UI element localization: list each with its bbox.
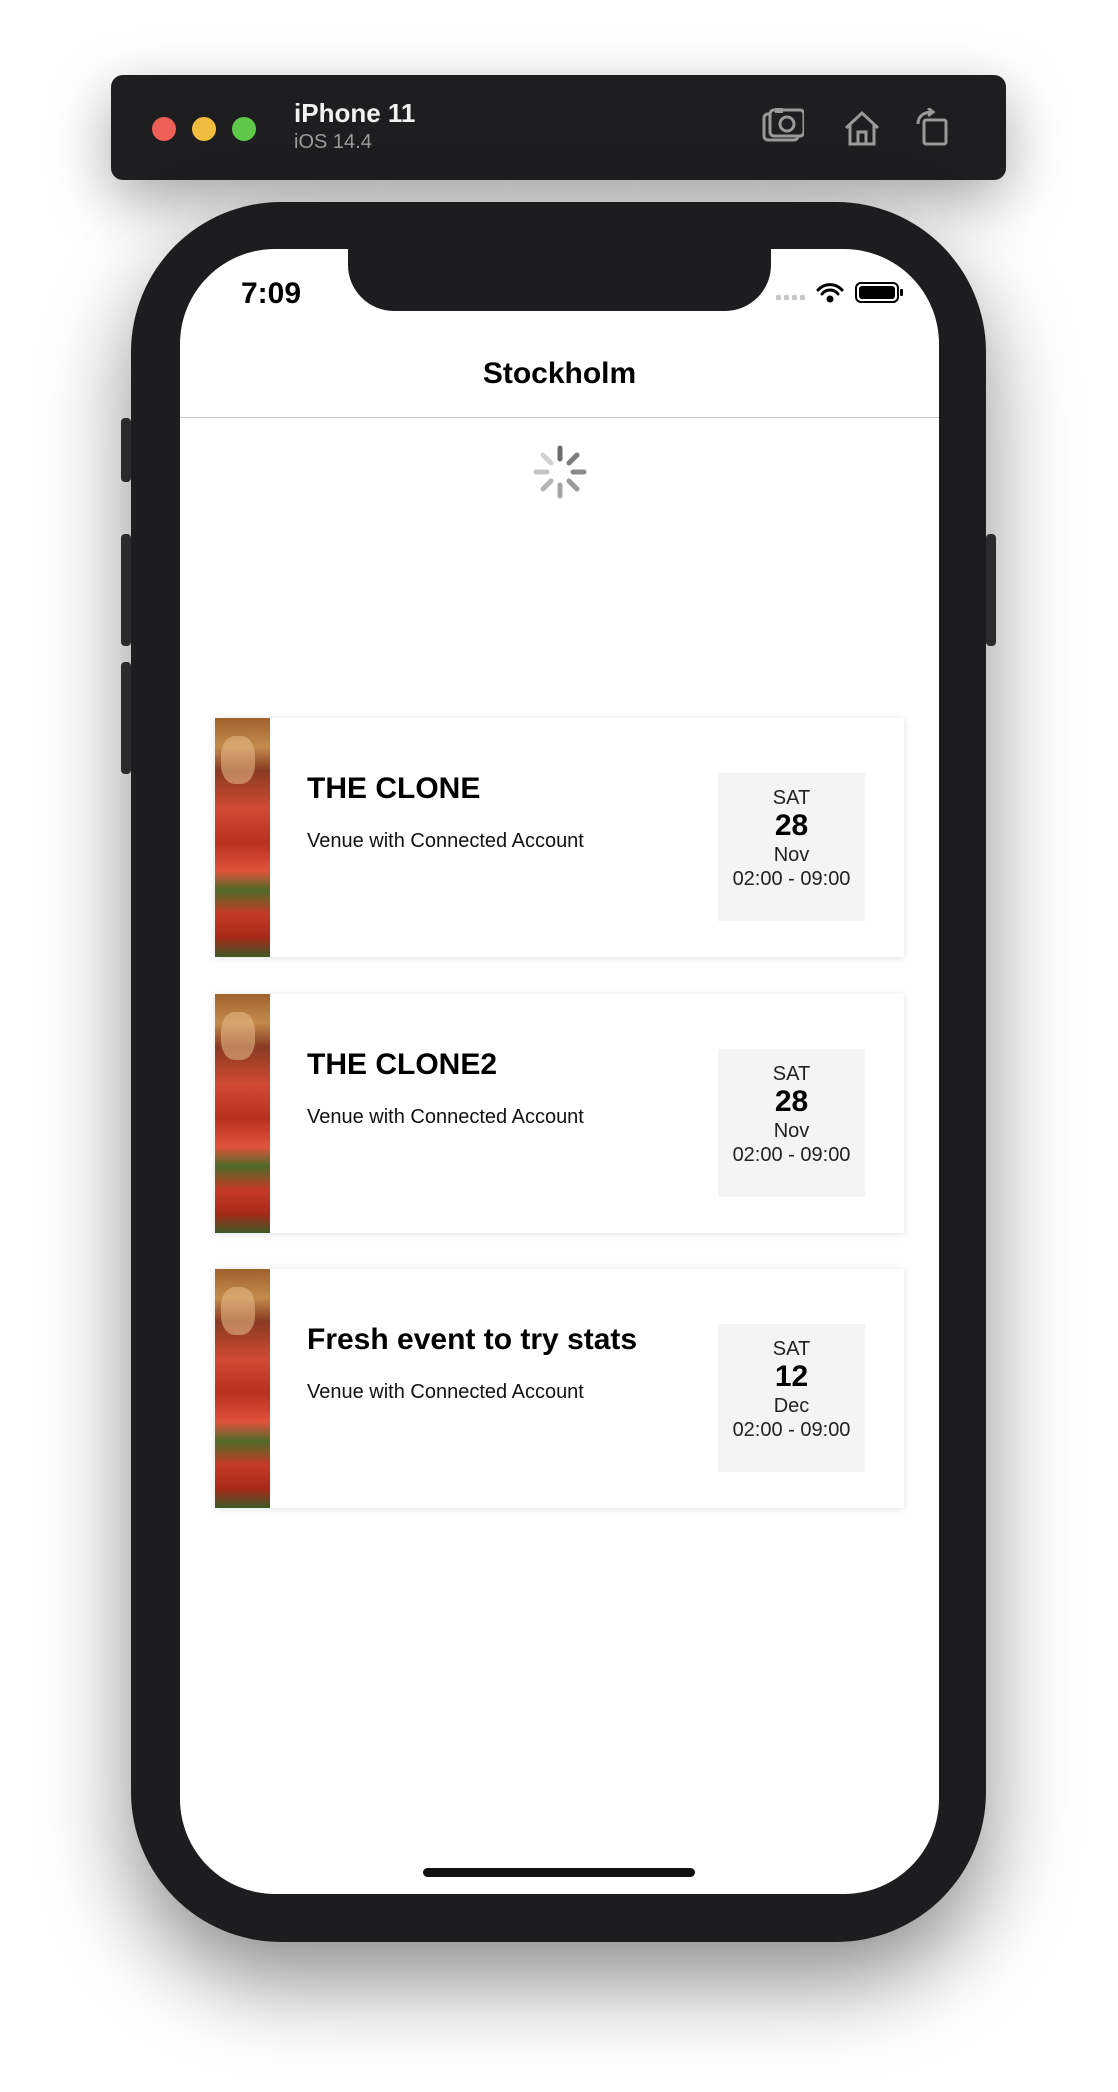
event-venue: Venue with Connected Account bbox=[307, 1106, 584, 1128]
os-version: iOS 14.4 bbox=[294, 131, 372, 153]
event-date-box: SAT 12 Dec 02:00 - 09:00 bbox=[718, 1324, 865, 1472]
event-card[interactable]: THE CLONE Venue with Connected Account S… bbox=[215, 718, 904, 957]
home-icon[interactable] bbox=[840, 108, 884, 148]
event-date-box: SAT 28 Nov 02:00 - 09:00 bbox=[718, 773, 865, 921]
nav-divider bbox=[180, 417, 939, 418]
close-window-button[interactable] bbox=[152, 117, 176, 141]
event-time-range: 02:00 - 09:00 bbox=[732, 1419, 851, 1441]
minimize-window-button[interactable] bbox=[192, 117, 216, 141]
volume-up-button[interactable] bbox=[121, 534, 131, 646]
event-month: Dec bbox=[773, 1395, 810, 1417]
screenshot-icon[interactable] bbox=[760, 108, 804, 148]
event-title: THE CLONE bbox=[307, 772, 481, 805]
event-day: 28 bbox=[774, 1085, 809, 1118]
status-time: 7:09 bbox=[241, 277, 302, 310]
event-venue: Venue with Connected Account bbox=[307, 830, 584, 852]
event-month: Nov bbox=[773, 844, 810, 866]
device-name: iPhone 11 bbox=[294, 98, 416, 128]
event-weekday: SAT bbox=[772, 787, 811, 809]
loading-spinner-icon bbox=[533, 445, 587, 499]
event-card[interactable]: THE CLONE2 Venue with Connected Account … bbox=[215, 994, 904, 1233]
event-time-range: 02:00 - 09:00 bbox=[732, 1144, 851, 1166]
volume-down-button[interactable] bbox=[121, 662, 131, 774]
event-card[interactable]: Fresh event to try stats Venue with Conn… bbox=[215, 1269, 904, 1508]
event-day: 28 bbox=[774, 809, 809, 842]
notch bbox=[348, 249, 771, 311]
rotate-icon[interactable] bbox=[912, 108, 956, 148]
page-title: Stockholm bbox=[482, 357, 637, 390]
home-indicator[interactable] bbox=[423, 1868, 695, 1877]
event-time-range: 02:00 - 09:00 bbox=[732, 868, 851, 890]
event-weekday: SAT bbox=[772, 1063, 811, 1085]
cellular-icon bbox=[776, 295, 805, 300]
event-month: Nov bbox=[773, 1120, 810, 1142]
power-button[interactable] bbox=[986, 534, 996, 646]
event-title: THE CLONE2 bbox=[307, 1048, 498, 1081]
event-date-box: SAT 28 Nov 02:00 - 09:00 bbox=[718, 1049, 865, 1197]
event-day: 12 bbox=[774, 1360, 809, 1393]
status-indicators bbox=[776, 282, 903, 303]
event-venue: Venue with Connected Account bbox=[307, 1381, 584, 1403]
wifi-icon bbox=[816, 283, 844, 303]
event-image bbox=[215, 1269, 270, 1508]
app-screen: 7:09 Stockholm THE CLONE Venue with Conn… bbox=[180, 249, 939, 1894]
event-image bbox=[215, 994, 270, 1233]
silent-switch[interactable] bbox=[121, 418, 131, 482]
event-weekday: SAT bbox=[772, 1338, 811, 1360]
zoom-window-button[interactable] bbox=[232, 117, 256, 141]
event-title: Fresh event to try stats bbox=[307, 1323, 638, 1356]
event-image bbox=[215, 718, 270, 957]
battery-icon bbox=[855, 282, 903, 303]
